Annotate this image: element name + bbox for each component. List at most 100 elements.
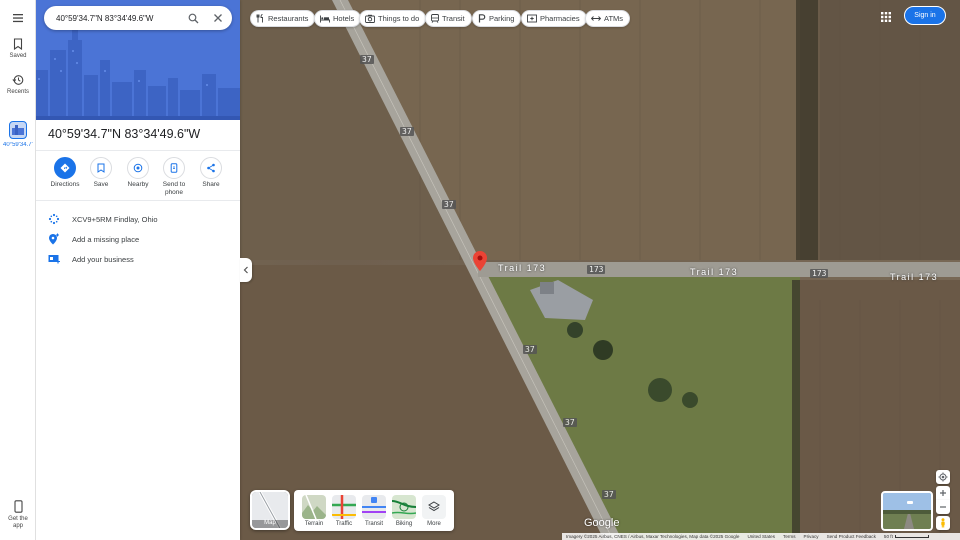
add-missing-place-text: Add a missing place: [72, 234, 140, 244]
nearby-icon: [133, 163, 143, 173]
divider: [36, 200, 240, 201]
layer-transit[interactable]: Transit: [362, 495, 386, 527]
apps-grid-icon[interactable]: [879, 10, 893, 24]
chip-label: Things to do: [378, 14, 420, 23]
transit-thumbnail: [362, 495, 386, 519]
chip-pharmacies[interactable]: Pharmacies: [521, 10, 587, 27]
scale-bar: [894, 535, 929, 538]
parking-icon: [478, 14, 486, 23]
layer-more[interactable]: More: [422, 495, 446, 527]
send-to-phone-label: Send to phone: [162, 181, 186, 196]
phone-icon: [170, 163, 178, 173]
road-shield: 173: [810, 269, 829, 278]
save-button[interactable]: Save: [83, 157, 119, 189]
get-app-label: Get the app: [8, 516, 28, 529]
history-icon: [12, 75, 24, 85]
search-box: [44, 6, 232, 30]
chevron-left-icon: [243, 266, 248, 274]
nearby-button[interactable]: Nearby: [120, 157, 156, 189]
search-button[interactable]: [186, 11, 200, 25]
road-name-label: Trail 173: [690, 267, 739, 277]
map-footer: Imagery ©2025 Airbus, CNES / Airbus, Max…: [562, 533, 960, 540]
road-name-label: Trail 173: [890, 272, 939, 282]
road-shield: 37: [523, 345, 537, 354]
pegman-icon: [941, 518, 945, 528]
collapse-panel-button[interactable]: [240, 258, 252, 282]
get-app-button[interactable]: Get the app: [0, 500, 36, 530]
chip-things-to-do[interactable]: Things to do: [359, 10, 427, 27]
layer-label: More: [427, 521, 441, 527]
chip-transit[interactable]: Transit: [425, 10, 472, 27]
recents-button[interactable]: Recents: [0, 74, 36, 96]
plus-code-text: XCV9+5RM Findlay, Ohio: [72, 214, 158, 224]
saved-button[interactable]: Saved: [0, 38, 36, 60]
road-shield: 37: [563, 418, 577, 427]
road-shield: 37: [400, 127, 414, 136]
terms-link[interactable]: Terms: [783, 534, 796, 539]
chip-label: Hotels: [333, 14, 355, 23]
plus-code-icon: [48, 213, 60, 225]
feedback-link[interactable]: Send Product Feedback: [827, 534, 876, 539]
layer-terrain[interactable]: Terrain: [302, 495, 326, 527]
pegman-button[interactable]: [936, 516, 950, 530]
scale-label[interactable]: 50 ft: [884, 534, 893, 539]
add-place-icon: [48, 233, 60, 245]
traffic-thumbnail: [332, 495, 356, 519]
add-business-row[interactable]: Add your business: [48, 251, 233, 267]
zoom-in-button[interactable]: [936, 486, 950, 500]
chip-atms[interactable]: ATMs: [585, 10, 631, 27]
recent-place-item[interactable]: 40°59'34.7"N: [0, 121, 36, 149]
chip-parking[interactable]: Parking: [472, 10, 522, 27]
place-title: 40°59'34.7"N 83°34'49.6"W: [48, 127, 201, 141]
my-location-icon: [938, 472, 948, 482]
layers-panel: Terrain Traffic Transit Biking More: [294, 490, 454, 531]
chip-label: ATMs: [604, 14, 624, 23]
road-name-label: Trail 173: [498, 263, 547, 273]
chip-hotels[interactable]: Hotels: [314, 10, 362, 27]
clear-search-button[interactable]: [211, 11, 225, 25]
share-button[interactable]: Share: [193, 157, 229, 189]
zoom-out-button[interactable]: [936, 500, 950, 514]
chip-label: Transit: [442, 14, 465, 23]
layer-traffic[interactable]: Traffic: [332, 495, 356, 527]
plus-code-row[interactable]: XCV9+5RM Findlay, Ohio: [48, 211, 233, 227]
layer-label: Biking: [395, 521, 413, 527]
minus-icon: [940, 506, 946, 508]
layer-label: Transit: [364, 521, 384, 527]
nearby-label: Nearby: [127, 181, 149, 188]
road-shield: 37: [360, 55, 374, 64]
chip-label: Parking: [489, 14, 515, 23]
menu-button[interactable]: [0, 12, 36, 24]
add-business-text: Add your business: [72, 254, 134, 264]
layers-icon: [422, 495, 446, 519]
search-input[interactable]: [56, 13, 176, 23]
left-rail: Saved Recents 40°59'34.7"N Get the app: [0, 0, 36, 540]
location-pin-icon[interactable]: [473, 251, 487, 271]
chip-restaurants[interactable]: Restaurants: [250, 10, 316, 27]
biking-thumbnail: [392, 495, 416, 519]
send-to-phone-button[interactable]: Send to phone: [156, 157, 192, 197]
attribution-text: Imagery ©2025 Airbus, CNES / Airbus, Max…: [566, 534, 740, 539]
transit-icon: [431, 14, 439, 23]
bookmark-icon: [97, 163, 105, 173]
recent-place-label: 40°59'34.7"N: [3, 142, 33, 148]
hotel-icon: [320, 15, 330, 22]
close-icon: [214, 14, 222, 22]
chip-label: Restaurants: [268, 14, 309, 23]
add-missing-place-row[interactable]: Add a missing place: [48, 231, 233, 247]
privacy-link[interactable]: Privacy: [804, 534, 819, 539]
sign-in-button[interactable]: Sign in: [904, 6, 946, 25]
directions-button[interactable]: Directions: [47, 157, 83, 189]
plus-icon: [940, 490, 946, 496]
layer-biking[interactable]: Biking: [392, 495, 416, 527]
atm-icon: [591, 16, 601, 21]
map-layer-label: Map: [264, 520, 276, 526]
map-layer-toggle[interactable]: Map: [250, 490, 290, 530]
terrain-thumbnail: [302, 495, 326, 519]
country-link[interactable]: United States: [747, 534, 775, 539]
camera-icon: [365, 14, 375, 23]
street-view-preview[interactable]: [881, 491, 933, 531]
my-location-button[interactable]: [936, 470, 950, 484]
business-icon: [48, 253, 60, 265]
phone-icon: [13, 500, 23, 513]
